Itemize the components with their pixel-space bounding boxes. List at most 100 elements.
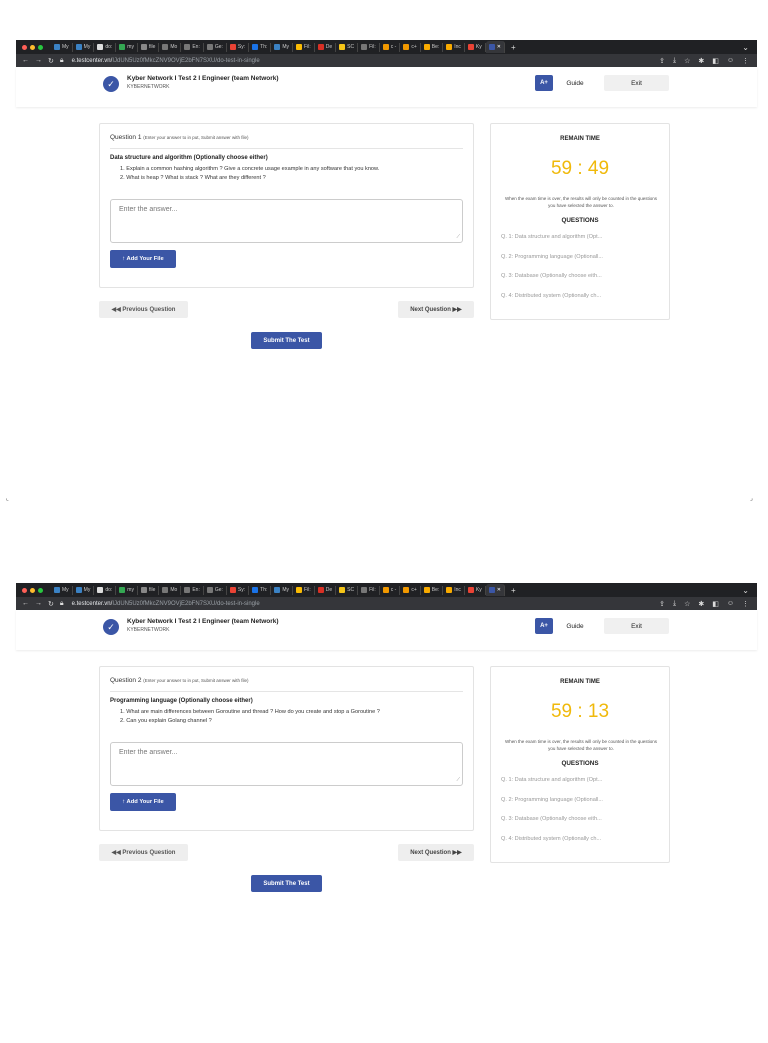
previous-question-button[interactable]: ◀◀ Previous Question bbox=[99, 844, 188, 861]
maximize-window-icon[interactable] bbox=[38, 587, 43, 593]
tab-search-chevron-icon[interactable]: ⌄ bbox=[742, 43, 749, 52]
new-tab-icon[interactable]: + bbox=[511, 43, 516, 52]
browser-tab[interactable]: Fil: bbox=[293, 585, 315, 595]
share-icon[interactable]: ⇪ bbox=[659, 600, 665, 608]
browser-tab-active[interactable]: ✕ bbox=[485, 584, 505, 596]
browser-tab[interactable]: Sy: bbox=[227, 42, 250, 52]
answer-textarea[interactable]: Enter the answer... ⟋ bbox=[110, 742, 463, 786]
url-field[interactable]: e.testcenter.vn/IJdUN5Uz0fMkcZNV9OVjE2bF… bbox=[72, 58, 260, 64]
browser-tab[interactable]: Fil: bbox=[293, 42, 315, 52]
question-nav-item[interactable]: Q. 2: Programming language (Optionall... bbox=[501, 254, 666, 274]
back-icon[interactable]: ← bbox=[22, 600, 29, 608]
extensions-icon[interactable]: ✱ bbox=[698, 600, 704, 608]
browser-tab[interactable]: Fil: bbox=[358, 42, 380, 52]
browser-tab[interactable]: my bbox=[116, 585, 138, 595]
browser-tab[interactable]: SC bbox=[336, 585, 359, 595]
browser-tab[interactable]: do: bbox=[94, 42, 117, 52]
browser-tab[interactable]: SC bbox=[336, 42, 359, 52]
tab-close-icon[interactable]: ✕ bbox=[497, 44, 501, 50]
resize-grip-icon[interactable]: ⟋ bbox=[456, 234, 460, 240]
question-nav-item[interactable]: Q. 3: Database (Optionally choose eith..… bbox=[501, 273, 666, 293]
browser-tab[interactable]: En: bbox=[181, 42, 204, 52]
profile-avatar-icon[interactable]: ☺ bbox=[727, 600, 734, 608]
browser-tab[interactable]: Ky bbox=[465, 42, 486, 52]
browser-tab[interactable]: Mo bbox=[159, 42, 182, 52]
minimize-window-icon[interactable] bbox=[30, 44, 35, 50]
exit-button[interactable]: Exit bbox=[604, 75, 669, 91]
browser-tab[interactable]: Th: bbox=[249, 42, 272, 52]
browser-tab[interactable]: Ge: bbox=[204, 585, 227, 595]
browser-tab[interactable]: Th: bbox=[249, 585, 272, 595]
question-nav-item[interactable]: Q. 1: Data structure and algorithm (Opt.… bbox=[501, 234, 666, 254]
new-tab-icon[interactable]: + bbox=[511, 586, 516, 595]
url-field[interactable]: e.testcenter.vn/IJdUN5Uz0fMkcZNV9OVjE2bF… bbox=[72, 601, 260, 607]
font-size-button[interactable]: A+ bbox=[535, 75, 553, 91]
browser-tab[interactable]: file bbox=[138, 585, 160, 595]
next-question-button[interactable]: Next Question ▶▶ bbox=[398, 844, 474, 861]
close-window-icon[interactable] bbox=[22, 44, 27, 50]
question-nav-item[interactable]: Q. 1: Data structure and algorithm (Opt.… bbox=[501, 777, 666, 797]
tab-close-icon[interactable]: ✕ bbox=[497, 587, 501, 593]
browser-tab[interactable]: My bbox=[271, 585, 294, 595]
browser-tab[interactable]: Fil: bbox=[358, 585, 380, 595]
resize-grip-icon[interactable]: ⟋ bbox=[456, 777, 460, 783]
add-file-button[interactable]: ↑ Add Your File bbox=[110, 250, 176, 268]
forward-icon[interactable]: → bbox=[35, 57, 42, 65]
sidebar-icon[interactable]: ◧ bbox=[712, 600, 719, 608]
sidebar-icon[interactable]: ◧ bbox=[712, 57, 719, 65]
browser-tab[interactable]: my bbox=[116, 42, 138, 52]
browser-tab[interactable]: c+ bbox=[400, 42, 421, 52]
extensions-icon[interactable]: ✱ bbox=[698, 57, 704, 65]
maximize-window-icon[interactable] bbox=[38, 44, 43, 50]
profile-avatar-icon[interactable]: ☺ bbox=[727, 57, 734, 65]
question-nav-item[interactable]: Q. 4: Distributed system (Optionally ch.… bbox=[501, 836, 666, 856]
browser-tab[interactable]: De bbox=[315, 585, 337, 595]
menu-kebab-icon[interactable]: ⋮ bbox=[742, 57, 749, 65]
browser-tab[interactable]: My bbox=[73, 585, 95, 595]
back-icon[interactable]: ← bbox=[22, 57, 29, 65]
browser-tab[interactable]: do: bbox=[94, 585, 117, 595]
browser-tab[interactable]: Mo bbox=[159, 585, 182, 595]
browser-tab[interactable]: My bbox=[51, 585, 73, 595]
browser-tab[interactable]: Inc bbox=[443, 42, 465, 52]
exit-button[interactable]: Exit bbox=[604, 618, 669, 634]
submit-test-button[interactable]: Submit The Test bbox=[251, 875, 322, 892]
browser-tab[interactable]: Ge: bbox=[204, 42, 227, 52]
menu-kebab-icon[interactable]: ⋮ bbox=[742, 600, 749, 608]
tab-search-chevron-icon[interactable]: ⌄ bbox=[742, 586, 749, 595]
guide-button[interactable]: Guide bbox=[555, 618, 595, 634]
question-nav-item[interactable]: Q. 2: Programming language (Optionall... bbox=[501, 797, 666, 817]
browser-tab[interactable]: c - bbox=[380, 42, 401, 52]
bookmark-star-icon[interactable]: ☆ bbox=[684, 600, 690, 608]
download-icon[interactable]: ⤓ bbox=[673, 57, 676, 65]
browser-tab-active[interactable]: ✕ bbox=[485, 41, 505, 53]
browser-tab[interactable]: My bbox=[73, 42, 95, 52]
browser-tab[interactable]: My bbox=[51, 42, 73, 52]
browser-tab[interactable]: Ky bbox=[465, 585, 486, 595]
browser-tab[interactable]: Be: bbox=[421, 585, 444, 595]
bookmark-star-icon[interactable]: ☆ bbox=[684, 57, 690, 65]
browser-tab[interactable]: file bbox=[138, 42, 160, 52]
previous-question-button[interactable]: ◀◀ Previous Question bbox=[99, 301, 188, 318]
add-file-button[interactable]: ↑ Add Your File bbox=[110, 793, 176, 811]
reload-icon[interactable]: ↻ bbox=[48, 600, 54, 608]
answer-textarea[interactable]: Enter the answer... ⟋ bbox=[110, 199, 463, 243]
lock-icon[interactable]: 🔒︎ bbox=[60, 600, 64, 608]
question-nav-item[interactable]: Q. 3: Database (Optionally choose eith..… bbox=[501, 816, 666, 836]
minimize-window-icon[interactable] bbox=[30, 587, 35, 593]
reload-icon[interactable]: ↻ bbox=[48, 57, 54, 65]
browser-tab[interactable]: Be: bbox=[421, 42, 444, 52]
lock-icon[interactable]: 🔒︎ bbox=[60, 57, 64, 65]
window-controls[interactable] bbox=[22, 44, 43, 50]
download-icon[interactable]: ⤓ bbox=[673, 600, 676, 608]
browser-tab[interactable]: My bbox=[271, 42, 294, 52]
browser-tab[interactable]: c - bbox=[380, 585, 401, 595]
guide-button[interactable]: Guide bbox=[555, 75, 595, 91]
browser-tab[interactable]: De bbox=[315, 42, 337, 52]
font-size-button[interactable]: A+ bbox=[535, 618, 553, 634]
close-window-icon[interactable] bbox=[22, 587, 27, 593]
forward-icon[interactable]: → bbox=[35, 600, 42, 608]
browser-tab[interactable]: En: bbox=[181, 585, 204, 595]
next-question-button[interactable]: Next Question ▶▶ bbox=[398, 301, 474, 318]
submit-test-button[interactable]: Submit The Test bbox=[251, 332, 322, 349]
